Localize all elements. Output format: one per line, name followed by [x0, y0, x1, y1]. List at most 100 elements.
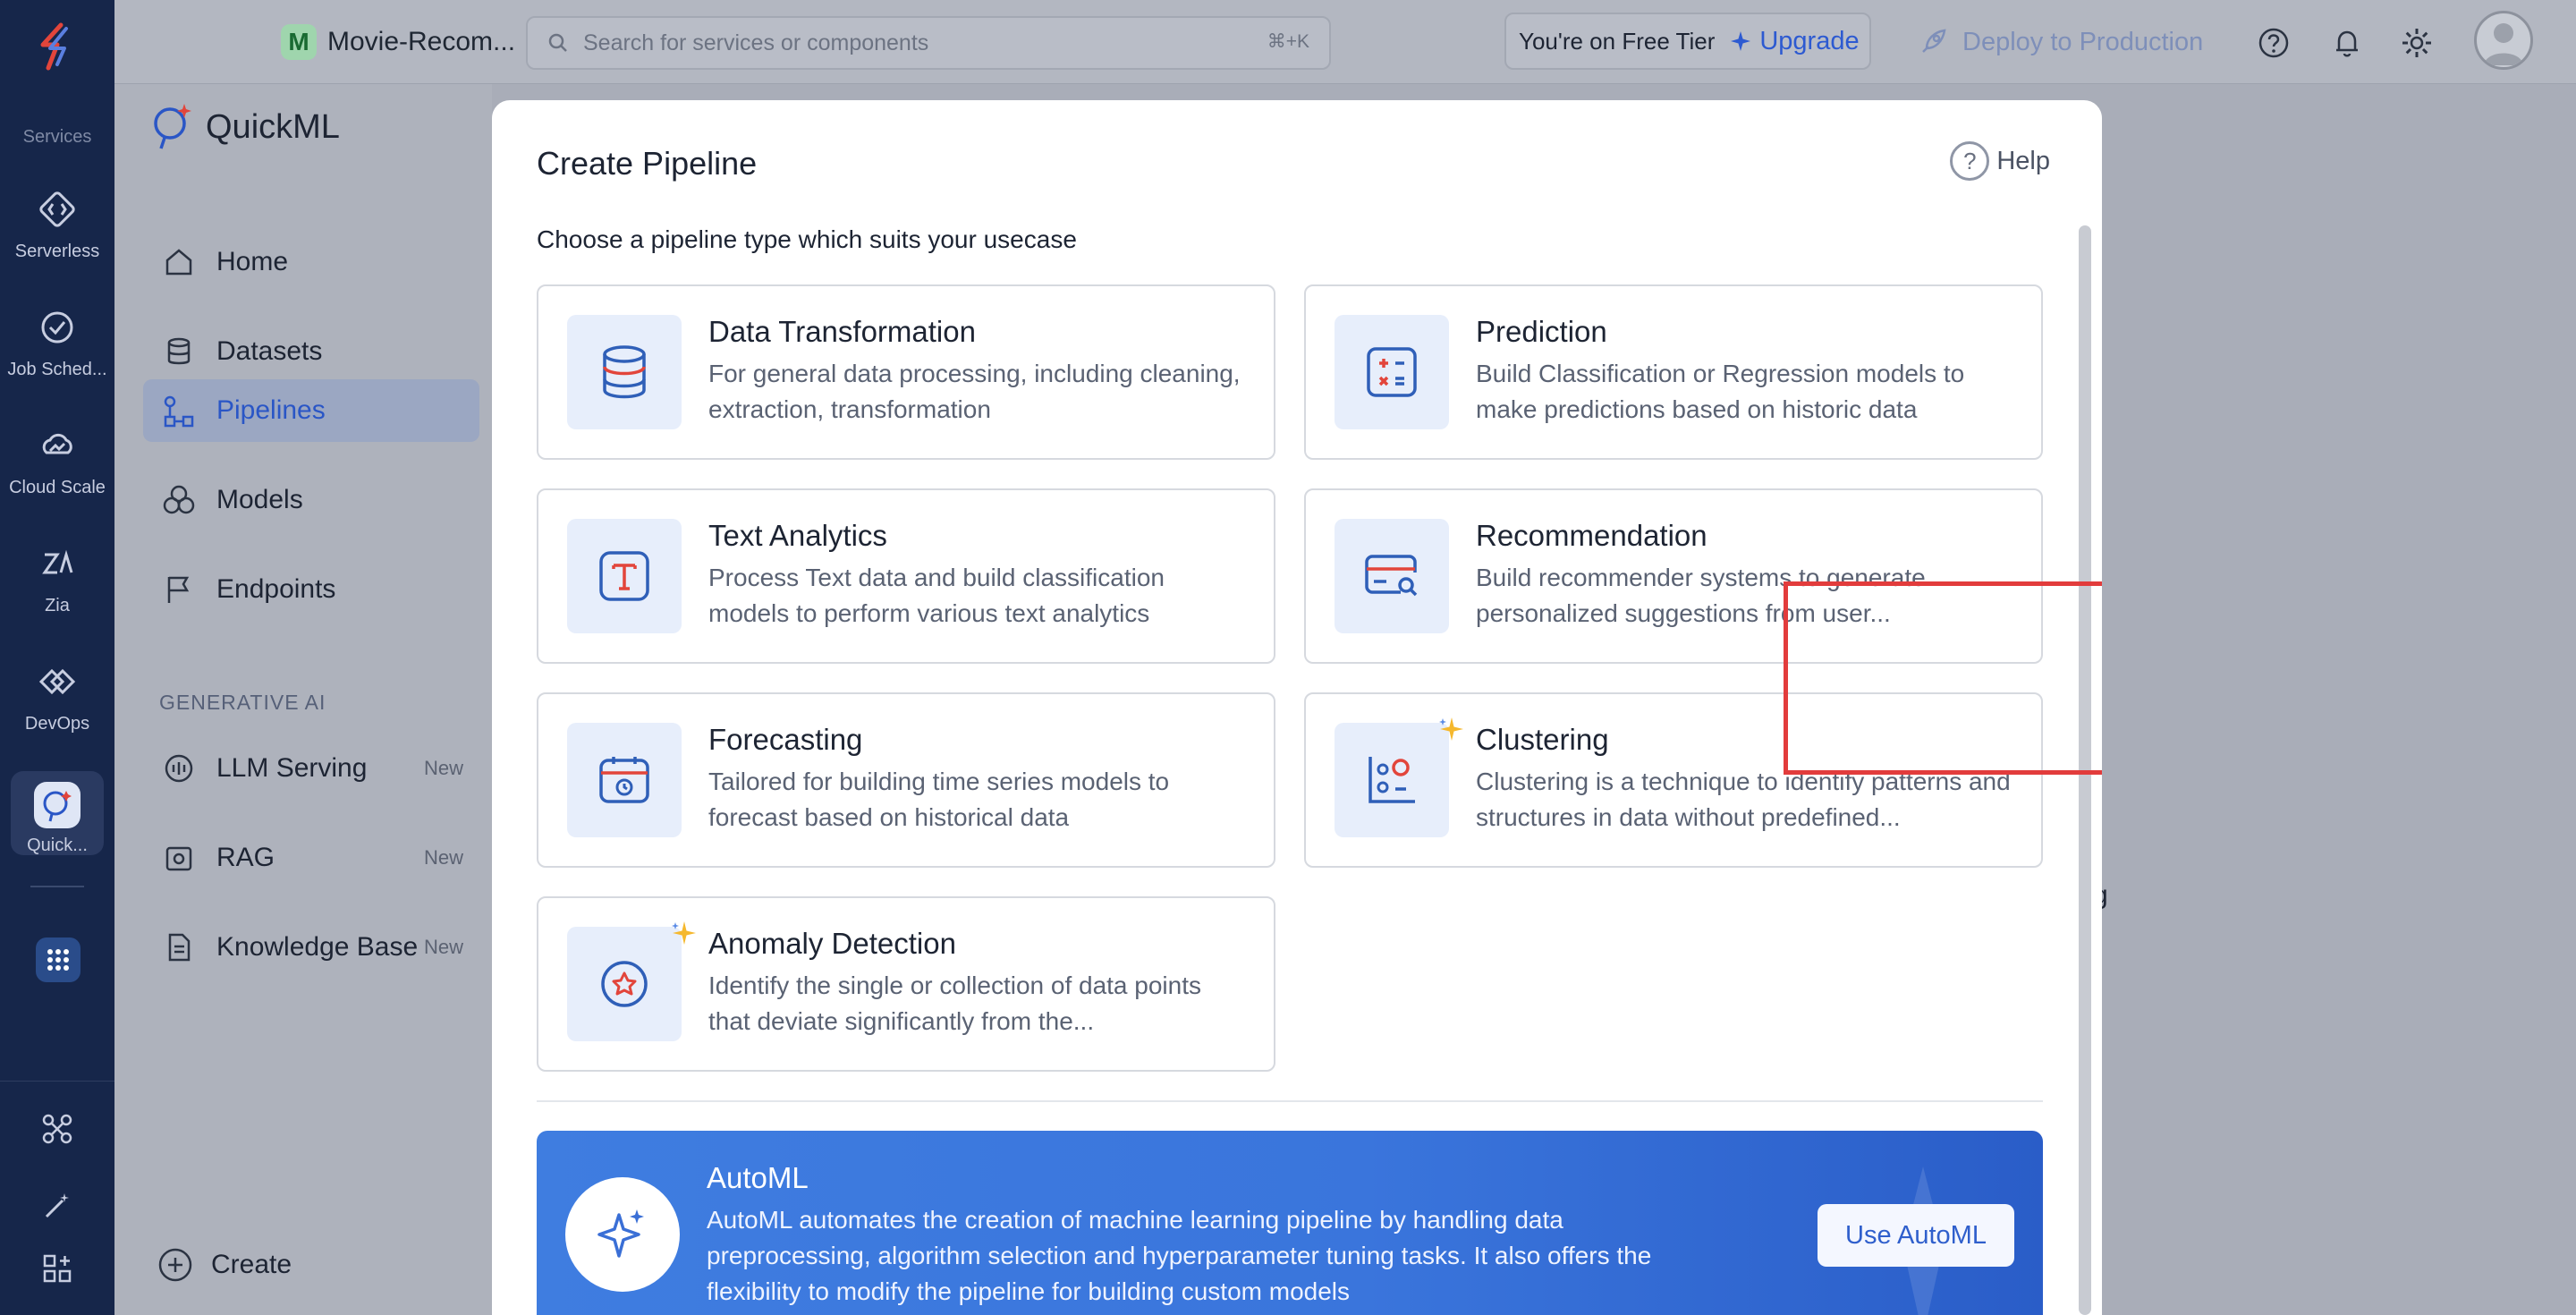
quickml-logo-icon: [154, 104, 191, 149]
rail-item-label: Job Sched...: [7, 360, 107, 379]
sparkle-icon: [1439, 717, 1463, 741]
upgrade-label: Upgrade: [1759, 26, 1860, 55]
pipeline-card-text-analytics[interactable]: Text Analytics Process Text data and bui…: [537, 488, 1275, 664]
apps-grid-icon[interactable]: [36, 937, 80, 982]
sidebar-item-label: Pipelines: [216, 395, 326, 425]
magic-wand-icon[interactable]: [39, 1188, 75, 1224]
quickml-brand: QuickML: [150, 102, 340, 152]
bell-icon[interactable]: [2329, 25, 2365, 61]
database-icon: [161, 334, 197, 369]
create-button[interactable]: Create: [157, 1247, 292, 1283]
card-description: Tailored for building time series models…: [708, 768, 1170, 831]
card-title: Text Analytics: [708, 519, 887, 552]
search-input[interactable]: Search for services or components ⌘+K: [526, 16, 1331, 70]
rail-item-label: Quick...: [27, 836, 88, 855]
create-label: Create: [211, 1250, 292, 1279]
modal-title: Create Pipeline: [537, 145, 758, 182]
card-description: Identify the single or collection of dat…: [708, 971, 1202, 1035]
quickml-icon: [34, 782, 80, 828]
card-description: Process Text data and build classificati…: [708, 564, 1165, 627]
zia-icon: [32, 539, 82, 589]
models-icon: [161, 482, 197, 518]
scatter-icon: [1335, 723, 1449, 837]
gear-icon[interactable]: [2399, 25, 2435, 61]
rail-item-label: Zia: [45, 596, 70, 615]
new-badge: New: [423, 846, 463, 869]
card-title: Anomaly Detection: [708, 927, 956, 960]
pipeline-icon: [161, 393, 197, 428]
rail-item-quickml[interactable]: Quick...: [11, 771, 104, 855]
rail-item-label: Serverless: [14, 242, 100, 261]
automl-banner: AutoML AutoML automates the creation of …: [537, 1131, 2043, 1315]
pipeline-card-prediction[interactable]: Prediction Build Classification or Regre…: [1304, 284, 2043, 460]
selection-highlight: [1784, 581, 2102, 775]
pipeline-card-forecasting[interactable]: Forecasting Tailored for building time s…: [537, 692, 1275, 868]
sidebar-item-rag[interactable]: RAG New: [143, 827, 479, 889]
add-widget-icon[interactable]: [39, 1251, 75, 1286]
calculator-icon: [1335, 315, 1449, 429]
rail-item-job-scheduling[interactable]: Job Sched...: [0, 302, 114, 380]
upgrade-link[interactable]: Upgrade: [1729, 26, 1860, 56]
tier-banner: You're on Free Tier Upgrade: [1504, 13, 1871, 70]
project-avatar: M: [281, 24, 317, 60]
divider: [537, 1100, 2043, 1102]
sidebar-item-label: Knowledge Base: [216, 932, 419, 962]
card-title: Prediction: [1476, 315, 1607, 348]
catalyst-logo-icon[interactable]: [30, 20, 84, 73]
sidebar-item-label: LLM Serving: [216, 753, 368, 783]
card-title: Recommendation: [1476, 519, 1707, 552]
rail-item-serverless[interactable]: Serverless: [0, 184, 114, 262]
rail-item-zia[interactable]: Zia: [0, 539, 114, 616]
avatar[interactable]: [2474, 11, 2533, 70]
sparkle-icon: [672, 921, 696, 945]
rail-section-label: Services: [22, 127, 92, 147]
project-name: Movie-Recom...: [327, 27, 516, 56]
quickml-title: QuickML: [206, 107, 340, 146]
help-button[interactable]: ? Help: [1950, 141, 2050, 181]
new-badge: New: [423, 936, 463, 958]
card-search-icon: [1335, 519, 1449, 633]
anomaly-icon: [567, 927, 682, 1041]
quickml-sidebar: QuickML Home Datasets Pipelines Models E…: [114, 84, 492, 1315]
sparkle-icon: [565, 1177, 680, 1292]
rail-divider: [0, 1081, 114, 1082]
search-placeholder: Search for services or components: [583, 30, 929, 55]
project-selector[interactable]: M Movie-Recom...: [281, 21, 557, 63]
sidebar-item-knowledge-base[interactable]: Knowledge Base New: [143, 916, 479, 979]
create-pipeline-modal: Create Pipeline ? Help Choose a pipeline…: [492, 100, 2102, 1315]
deploy-button[interactable]: Deploy to Production: [1918, 21, 2203, 63]
sidebar-item-datasets[interactable]: Datasets: [143, 320, 479, 383]
rocket-icon: [1922, 29, 1946, 53]
llm-icon: [161, 751, 197, 786]
flag-icon: [161, 572, 197, 607]
search-icon: [548, 33, 567, 52]
card-title: Forecasting: [708, 723, 863, 756]
use-automl-button[interactable]: Use AutoML: [1818, 1204, 2014, 1267]
connections-icon[interactable]: [39, 1111, 75, 1147]
sidebar-item-home[interactable]: Home: [143, 231, 479, 293]
sidebar-item-pipelines[interactable]: Pipelines: [143, 379, 479, 442]
rail-item-label: DevOps: [24, 714, 90, 734]
job-scheduling-icon: [32, 302, 82, 352]
pipeline-card-anomaly-detection[interactable]: Anomaly Detection Identify the single or…: [537, 896, 1275, 1072]
cloud-scale-icon: [32, 420, 82, 471]
pipeline-card-data-transformation[interactable]: Data Transformation For general data pro…: [537, 284, 1275, 460]
sidebar-item-endpoints[interactable]: Endpoints: [143, 558, 479, 621]
rail-item-devops[interactable]: DevOps: [0, 657, 114, 734]
serverless-icon: [32, 184, 82, 234]
sidebar-item-llm-serving[interactable]: LLM Serving New: [143, 737, 479, 800]
home-icon: [161, 244, 197, 280]
service-rail: Services Serverless Job Sched... Cloud S…: [0, 0, 114, 1315]
card-description: Build Classification or Regression model…: [1476, 360, 1965, 423]
sidebar-item-label: Datasets: [216, 336, 323, 366]
card-description: For general data processing, including c…: [708, 360, 1241, 423]
sidebar-item-models[interactable]: Models: [143, 469, 479, 531]
text-icon: [567, 519, 682, 633]
help-circle-icon[interactable]: [2256, 25, 2292, 61]
rail-item-cloud-scale[interactable]: Cloud Scale: [0, 420, 114, 498]
database-icon: [567, 315, 682, 429]
sidebar-item-label: Home: [216, 247, 289, 276]
devops-icon: [32, 657, 82, 707]
modal-subtitle: Choose a pipeline type which suits your …: [537, 225, 1077, 253]
tier-text: You're on Free Tier: [1519, 27, 1716, 55]
